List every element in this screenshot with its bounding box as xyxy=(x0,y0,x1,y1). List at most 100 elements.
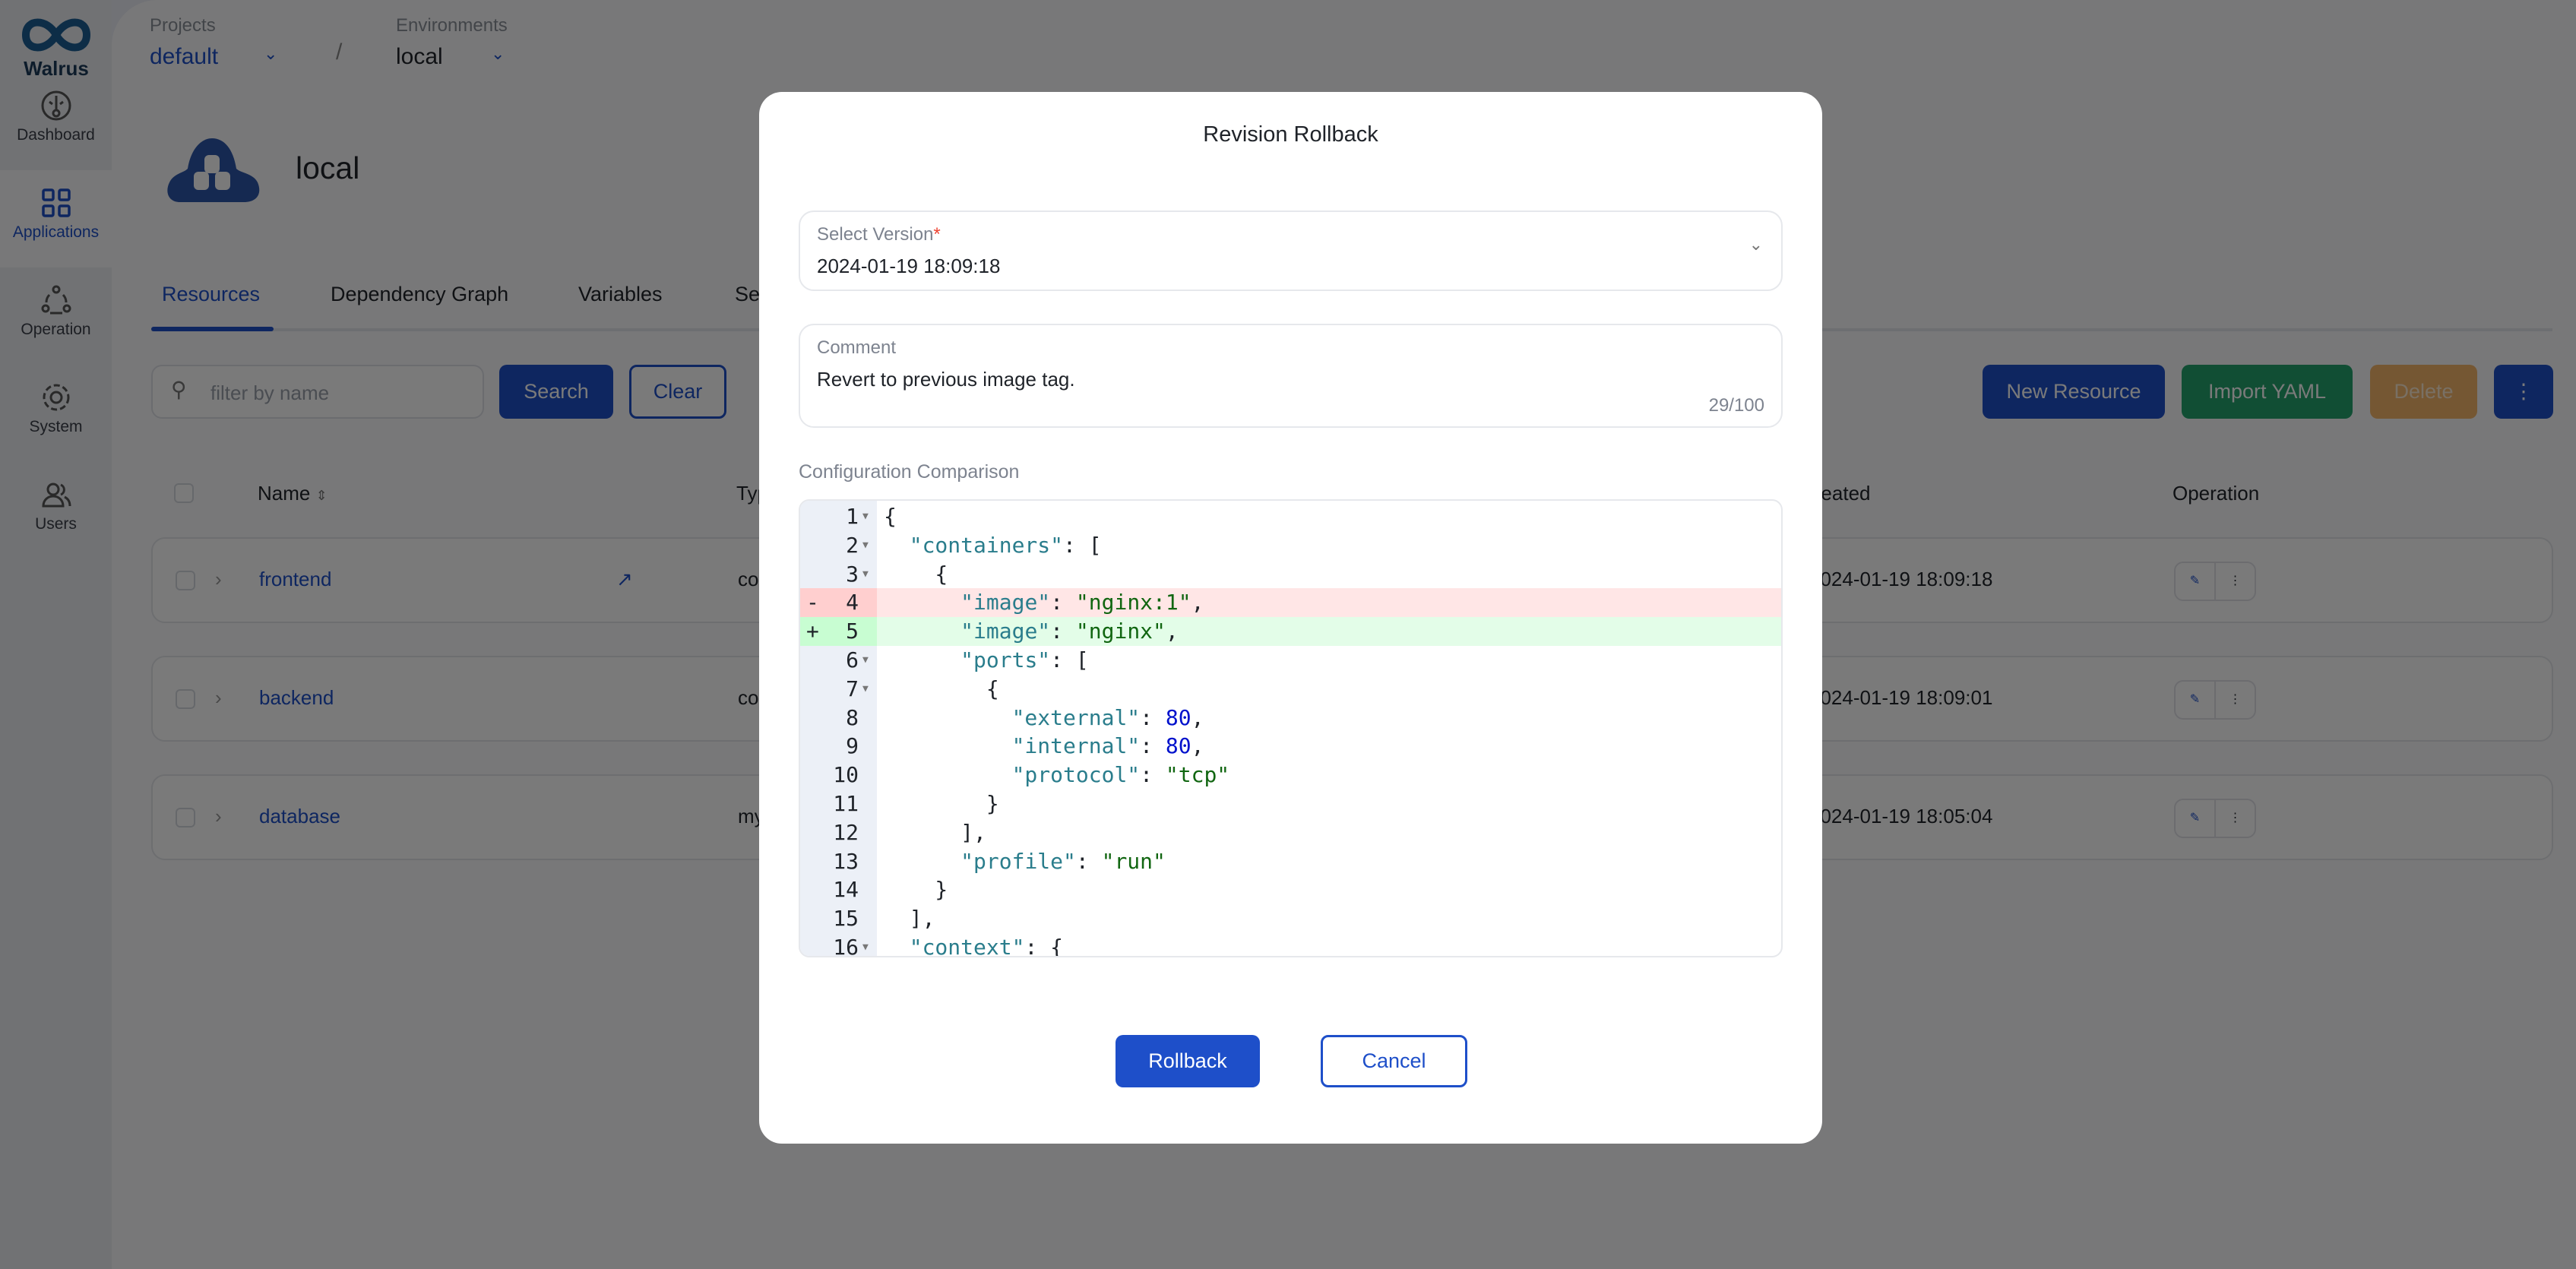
resource-created-time: 2024-01-19 18:09:18 xyxy=(1809,568,1993,590)
delete-button: Delete xyxy=(2370,365,2477,419)
code-token: "run" xyxy=(1101,848,1166,874)
resource-name-link[interactable]: backend xyxy=(259,686,334,710)
code-token: "external" xyxy=(1011,704,1141,730)
fold-arrow-icon[interactable]: ▼ xyxy=(862,646,869,675)
code-token: 80 xyxy=(1165,733,1191,759)
row-checkbox[interactable] xyxy=(176,571,195,590)
cancel-button[interactable]: Cancel xyxy=(1321,1035,1467,1087)
version-select[interactable]: Select Version* 2024-01-19 18:09:18 ⌄ xyxy=(799,210,1783,291)
tab-more[interactable]: Se xyxy=(735,283,760,306)
chevron-down-icon: ⌄ xyxy=(264,44,278,63)
fold-arrow-icon[interactable]: ▼ xyxy=(862,933,869,956)
project-selector[interactable]: default ⌄ xyxy=(150,44,324,70)
expand-chevron-icon[interactable]: › xyxy=(215,805,222,828)
code-text: } xyxy=(884,790,999,818)
import-yaml-button[interactable]: Import YAML xyxy=(2182,365,2353,419)
more-vertical-icon[interactable]: ⋮ xyxy=(2216,800,2255,837)
code-token: } xyxy=(884,877,948,903)
code-token: : [ xyxy=(1063,532,1102,558)
resource-name-link[interactable]: database xyxy=(259,805,340,828)
code-text: "image": "nginx", xyxy=(884,617,1179,646)
code-text: ], xyxy=(884,818,986,847)
external-link-icon[interactable]: ↗ xyxy=(616,568,633,591)
more-vertical-icon[interactable]: ⋮ xyxy=(2216,682,2255,718)
code-token: ], xyxy=(884,906,935,932)
code-text: "image": "nginx:1", xyxy=(884,588,1204,617)
resource-name-link[interactable]: frontend xyxy=(259,568,331,591)
sidebar-item-dashboard[interactable]: Dashboard xyxy=(0,73,112,170)
search-button[interactable]: Search xyxy=(499,365,613,419)
resource-created-time: 2024-01-19 18:09:01 xyxy=(1809,686,1993,709)
line-number: 14 xyxy=(833,877,859,903)
chevron-down-icon: ⌄ xyxy=(491,44,505,63)
rollback-button[interactable]: Rollback xyxy=(1116,1035,1260,1087)
code-token: "nginx" xyxy=(1075,619,1166,644)
code-token: "ports" xyxy=(960,647,1051,672)
more-actions-button[interactable]: ⋮ xyxy=(2494,365,2553,419)
environment-cloud-icon xyxy=(167,138,260,202)
line-number: 13 xyxy=(833,848,859,874)
code-text: "protocol": "tcp" xyxy=(884,761,1230,790)
config-diff-editor[interactable]: 1 ▼{2 ▼ "containers": [3 ▼ {4- "image": "ng… xyxy=(799,499,1783,957)
infinity-logo-icon xyxy=(21,18,91,52)
fold-arrow-icon[interactable]: ▼ xyxy=(862,675,869,704)
filter-input[interactable]: ⚲ filter by name xyxy=(151,365,484,419)
environment-selector[interactable]: local ⌄ xyxy=(396,44,548,70)
comment-textarea[interactable]: Comment Revert to previous image tag. 29… xyxy=(799,324,1783,428)
code-token: : { xyxy=(1024,935,1064,957)
version-select-label: Select Version* xyxy=(817,224,941,245)
sidebar-item-operation[interactable]: Operation xyxy=(0,267,112,365)
code-token: ], xyxy=(884,819,986,845)
code-line: 12 ], xyxy=(800,818,1781,847)
code-text: "external": 80, xyxy=(884,704,1204,733)
edit-icon[interactable]: ✎ xyxy=(2176,682,2216,718)
comment-value: Revert to previous image tag. xyxy=(817,368,1075,391)
code-token: "tcp" xyxy=(1165,762,1230,788)
line-number: 8 xyxy=(846,704,859,730)
fold-arrow-icon[interactable]: ▼ xyxy=(862,502,869,531)
sidebar-item-applications[interactable]: Applications xyxy=(0,170,112,267)
row-operations: ✎ ⋮ xyxy=(2174,562,2256,601)
new-resource-button[interactable]: New Resource xyxy=(1983,365,2165,419)
code-token: "profile" xyxy=(960,848,1076,874)
code-token: "containers" xyxy=(909,532,1064,558)
clear-button[interactable]: Clear xyxy=(629,365,726,419)
resource-type: co xyxy=(738,686,759,709)
code-text: "containers": [ xyxy=(884,531,1102,560)
row-checkbox[interactable] xyxy=(176,689,195,709)
sidebar-item-system[interactable]: System xyxy=(0,365,112,462)
tab-resources[interactable]: Resources xyxy=(162,283,260,306)
more-vertical-icon[interactable]: ⋮ xyxy=(2216,563,2255,600)
sidebar-item-users[interactable]: Users xyxy=(0,462,112,559)
line-number: 9 xyxy=(846,733,859,759)
edit-icon[interactable]: ✎ xyxy=(2176,800,2216,837)
dashboard-icon xyxy=(41,90,71,121)
edit-icon[interactable]: ✎ xyxy=(2176,563,2216,600)
code-token: : xyxy=(1050,619,1076,644)
row-checkbox[interactable] xyxy=(176,808,195,828)
code-token: : xyxy=(1140,704,1166,730)
select-all-checkbox[interactable] xyxy=(174,483,194,503)
line-number: 15 xyxy=(833,906,859,932)
tab-dependency-graph[interactable]: Dependency Graph xyxy=(331,283,508,306)
line-number: 10 xyxy=(833,762,859,788)
tab-variables[interactable]: Variables xyxy=(578,283,663,306)
walrus-logo[interactable]: Walrus xyxy=(14,14,99,81)
sidebar: Walrus Dashboard Applications Operation … xyxy=(0,0,112,1269)
expand-chevron-icon[interactable]: › xyxy=(215,686,222,710)
code-token: "image" xyxy=(960,590,1051,616)
fold-arrow-icon[interactable]: ▼ xyxy=(862,531,869,560)
version-select-value: 2024-01-19 18:09:18 xyxy=(817,255,1001,277)
code-token: "protocol" xyxy=(1011,762,1141,788)
fold-arrow-icon[interactable]: ▼ xyxy=(862,560,869,589)
code-token: : xyxy=(1140,762,1166,788)
expand-chevron-icon[interactable]: › xyxy=(215,568,222,591)
resource-created-time: 2024-01-19 18:05:04 xyxy=(1809,805,1993,828)
name-column-header[interactable]: Name ⇕ xyxy=(258,482,328,505)
code-text: ], xyxy=(884,904,935,933)
